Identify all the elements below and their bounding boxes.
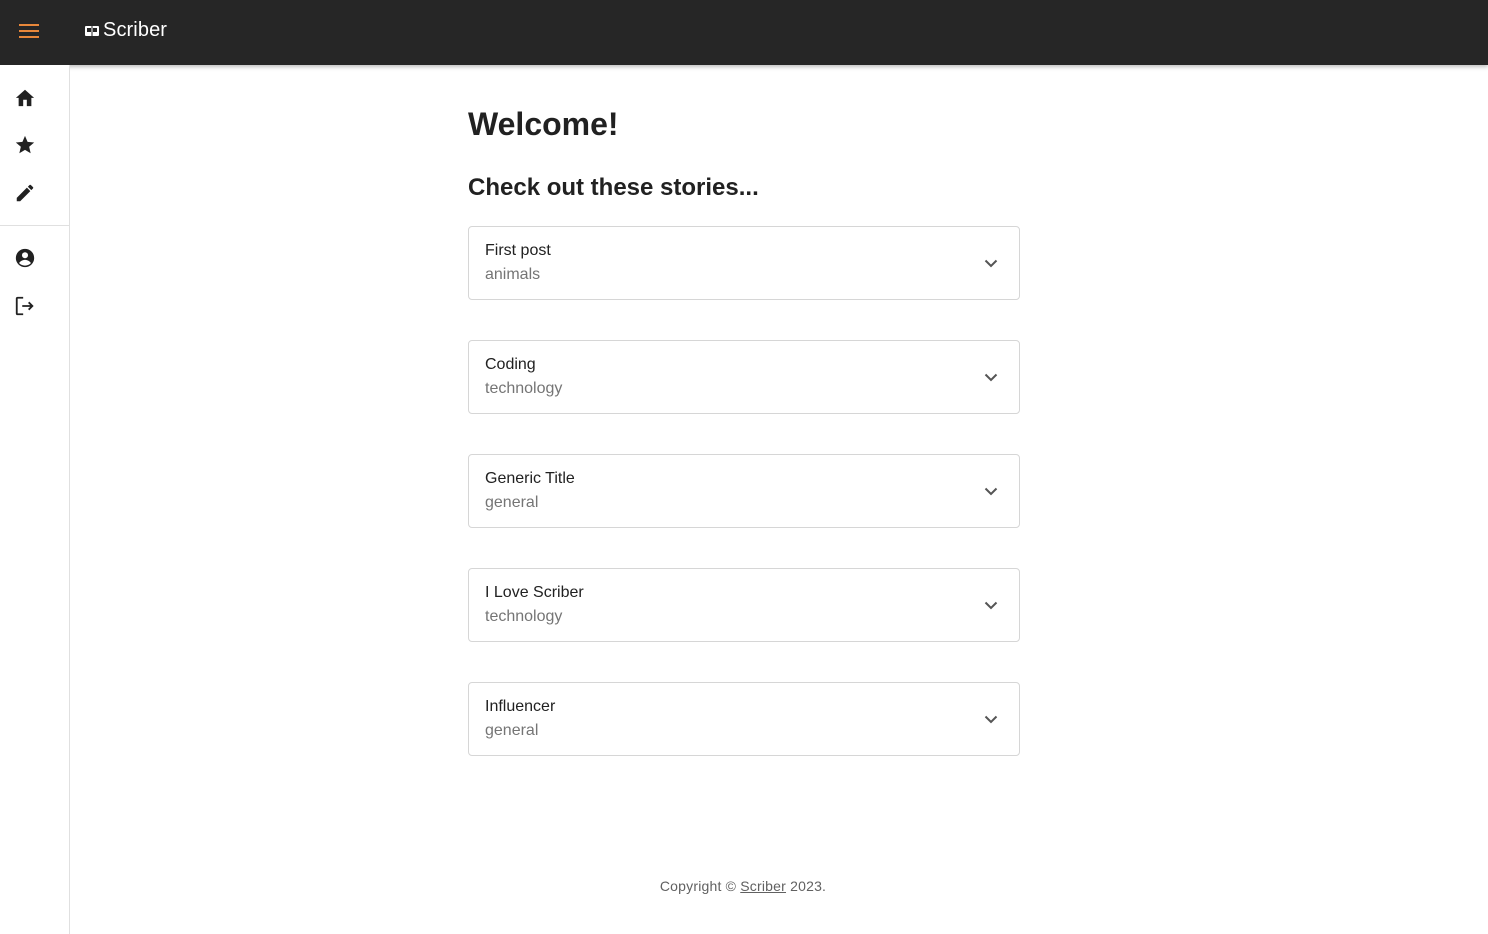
story-category: animals — [485, 266, 541, 283]
chevron-down-icon[interactable] — [979, 251, 1003, 275]
story-title: Generic Title — [485, 470, 575, 487]
story-title: I Love Scriber — [485, 584, 584, 601]
footer-link-scriber[interactable]: Scriber — [740, 878, 786, 894]
page-title: Welcome! — [468, 106, 619, 142]
story-category: technology — [485, 380, 563, 397]
story-title: First post — [485, 242, 551, 259]
sidebar-item-account[interactable] — [0, 234, 69, 282]
story-card[interactable]: Generic Title general — [468, 454, 1020, 528]
story-card[interactable]: First post animals — [468, 226, 1020, 300]
story-category: general — [485, 722, 539, 739]
account-circle-icon — [13, 246, 37, 270]
chevron-down-icon[interactable] — [979, 707, 1003, 731]
chevron-down-icon[interactable] — [979, 479, 1003, 503]
logout-icon — [13, 294, 37, 318]
app-logo[interactable]: Scriber — [85, 19, 167, 42]
sidebar-item-home[interactable] — [0, 73, 69, 121]
copyright-suffix: 2023. — [786, 878, 827, 894]
copyright-prefix: Copyright © — [659, 878, 741, 894]
story-card[interactable]: I Love Scriber technology — [468, 568, 1020, 642]
pencil-icon — [13, 181, 37, 205]
story-card[interactable]: Coding technology — [468, 340, 1020, 414]
sidebar-item-logout[interactable] — [0, 282, 69, 330]
sidebar-item-favorites[interactable] — [0, 121, 69, 169]
chevron-down-icon[interactable] — [979, 365, 1003, 389]
app-name: Scriber — [103, 19, 168, 41]
chevron-down-icon[interactable] — [979, 593, 1003, 617]
book-open-icon — [85, 25, 99, 37]
story-category: general — [485, 494, 539, 511]
footer: Copyright © Scriber 2023. — [69, 876, 1417, 896]
star-icon — [13, 133, 37, 157]
section-subtitle: Check out these stories... — [468, 174, 759, 201]
hamburger-menu-icon — [19, 23, 39, 43]
home-icon — [13, 85, 37, 109]
story-title: Influencer — [485, 698, 556, 715]
story-title: Coding — [485, 356, 536, 373]
story-category: technology — [485, 608, 563, 625]
app-bar: Scriber — [0, 0, 1488, 65]
story-card[interactable]: Influencer general — [468, 682, 1020, 756]
sidebar-item-write[interactable] — [0, 169, 69, 217]
sidebar-divider — [0, 225, 69, 226]
sidebar — [0, 65, 70, 934]
menu-button[interactable] — [14, 18, 44, 48]
